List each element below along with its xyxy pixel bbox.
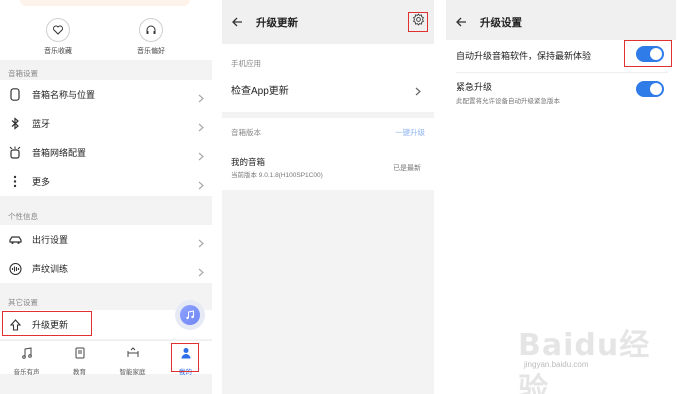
upgrade-update-panel: 升级更新 手机应用 检查App更新 音箱版本 一键升级 我的音箱 当前版本 9.… [222,0,434,394]
chevron-right-icon [198,90,204,108]
more-label: 更多 [32,177,51,187]
section-other-settings: 其它设置 [8,298,38,307]
voiceprint-training-item[interactable]: 声纹训练 [0,254,212,283]
gear-icon [412,13,425,31]
music-tab-icon [21,346,33,363]
music-favorites-button[interactable]: 音乐收藏 [28,18,88,56]
upgrade-settings-panel: 升级设置 自动升级音箱软件，保持最新体验 紧急升级 此配置将允许设备自动升级紧急… [446,0,676,394]
speaker-name-location-label: 音箱名称与位置 [32,90,96,100]
check-app-update-row[interactable]: 检查App更新 [222,74,434,102]
network-icon [8,146,22,160]
bluetooth-item[interactable]: 蓝牙 [0,109,212,138]
emergency-upgrade-row: 紧急升级 此配置将允许设备自动升级紧急版本 [446,74,676,108]
back-arrow-icon[interactable] [232,16,244,28]
back-arrow-icon[interactable] [456,16,468,28]
emergency-upgrade-label: 紧急升级 [456,82,493,92]
settings-gear-button[interactable] [408,12,428,32]
page-title: 升级设置 [480,16,522,29]
travel-settings-label: 出行设置 [32,235,69,245]
auto-upgrade-label: 自动升级音箱软件，保持最新体验 [456,51,592,61]
chevron-right-icon [198,177,204,195]
emergency-upgrade-toggle[interactable] [636,81,664,97]
divider [456,72,668,73]
speaker-network-item[interactable]: 音箱网络配置 [0,138,212,167]
more-item[interactable]: 更多 [0,167,212,196]
personal-info-list: 出行设置 声纹训练 [0,225,212,283]
chevron-right-icon [198,119,204,137]
upgrade-settings-header: 升级设置 [446,0,676,44]
my-page-panel: 音乐收藏 音乐偏好 音箱设置 音箱名称与位置 蓝牙 音箱网络配置 更多 个性信息… [0,0,212,394]
music-preference-label: 音乐偏好 [137,48,165,55]
device-status: 已是最新 [393,165,421,172]
speaker-settings-list: 音箱名称与位置 蓝牙 音箱网络配置 更多 [0,80,212,196]
mine-tab-highlight-box [171,343,199,372]
more-icon [8,175,22,189]
device-version: 当前版本 9.0.1.8(H100SP1C00) [231,172,323,179]
check-app-update-label: 检查App更新 [231,86,289,97]
upgrade-highlight-box [2,311,92,336]
speaker-icon [8,88,22,102]
app-update-card: 手机应用 检查App更新 [222,44,434,112]
page-title: 升级更新 [256,16,298,29]
headphones-icon [139,18,163,42]
speaker-version-card: 音箱版本 一键升级 我的音箱 当前版本 9.0.1.8(H100SP1C00) … [222,118,434,190]
tab-music-label: 音乐有声 [13,369,40,376]
tab-smart-home[interactable]: 智能家庭 [106,341,159,376]
travel-settings-item[interactable]: 出行设置 [0,225,212,254]
emergency-upgrade-desc: 此配置将允许设备自动升级紧急版本 [456,98,560,105]
car-icon [8,233,22,247]
voiceprint-training-label: 声纹训练 [32,264,69,274]
speaker-network-label: 音箱网络配置 [32,148,87,158]
tab-smart-home-label: 智能家庭 [119,369,146,376]
book-tab-icon [74,346,86,363]
section-personal-info: 个性信息 [8,212,38,221]
music-preference-button[interactable]: 音乐偏好 [121,18,181,56]
chevron-right-icon [198,148,204,166]
bluetooth-label: 蓝牙 [32,119,51,129]
home-tab-icon [127,346,139,363]
tab-education-label: 教育 [73,369,86,376]
heart-icon [46,18,70,42]
one-click-upgrade-button[interactable]: 一键升级 [395,127,425,138]
quick-actions-card: 音乐收藏 音乐偏好 [0,0,212,60]
music-favorites-label: 音乐收藏 [44,48,72,55]
chevron-right-icon [415,83,421,101]
music-note-icon [180,305,200,325]
chevron-right-icon [198,264,204,282]
upgrade-update-header: 升级更新 [222,0,434,44]
section-speaker-version: 音箱版本 [231,128,261,137]
section-speaker-settings: 音箱设置 [8,69,38,78]
chevron-right-icon [198,235,204,253]
music-fab-button[interactable] [175,300,205,330]
bluetooth-icon [8,117,22,131]
device-name: 我的音箱 [231,157,266,167]
toggle-highlight-box [624,40,672,67]
tab-education[interactable]: 教育 [53,341,106,376]
tab-music[interactable]: 音乐有声 [0,341,53,376]
speaker-name-location-item[interactable]: 音箱名称与位置 [0,80,212,109]
section-phone-app: 手机应用 [231,59,261,68]
voiceprint-icon [8,262,22,276]
